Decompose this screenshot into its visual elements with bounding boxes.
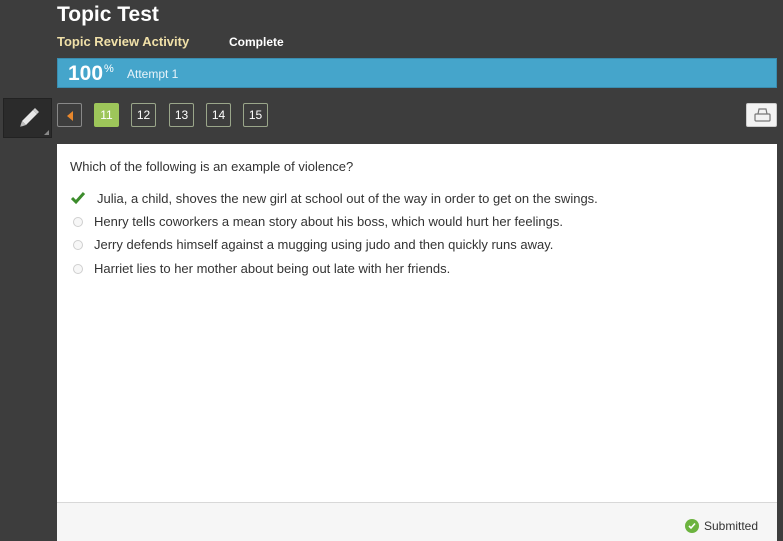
radio-button[interactable] [73, 240, 83, 250]
submitted-status: Submitted [684, 519, 758, 533]
radio-button[interactable] [73, 264, 83, 274]
completion-status: Complete [229, 35, 284, 49]
page-button-12[interactable]: 12 [131, 103, 156, 127]
radio-button[interactable] [73, 217, 83, 227]
attempt-label: Attempt 1 [127, 67, 179, 81]
page-title: Topic Test [57, 3, 159, 26]
pencil-icon [20, 108, 39, 127]
progress-percent-value: 100 [68, 62, 104, 85]
answer-option-label: Jerry defends himself against a mugging … [94, 237, 554, 252]
percent-sign: % [104, 63, 114, 75]
progress-percent: 100% [68, 62, 114, 86]
check-icon [71, 192, 86, 205]
page-button-11[interactable]: 11 [94, 103, 119, 127]
question-panel: Which of the following is an example of … [57, 144, 777, 502]
resize-corner-icon [44, 130, 49, 135]
answer-option-label: Julia, a child, shoves the new girl at s… [97, 191, 598, 206]
progress-bar: 100% Attempt 1 [57, 58, 777, 88]
printer-icon [754, 108, 771, 122]
page-button-13[interactable]: 13 [169, 103, 194, 127]
print-button[interactable] [746, 103, 777, 127]
answer-option-label: Harriet lies to her mother about being o… [94, 261, 451, 276]
page-button-14[interactable]: 14 [206, 103, 231, 127]
previous-page-button[interactable] [57, 103, 82, 127]
question-footer: Submitted [57, 502, 777, 541]
triangle-left-icon [67, 111, 73, 121]
page-button-15[interactable]: 15 [243, 103, 268, 127]
activity-title: Topic Review Activity [57, 34, 190, 49]
notes-pencil-button[interactable] [3, 98, 52, 138]
answer-option-label: Henry tells coworkers a mean story about… [94, 214, 563, 229]
question-text: Which of the following is an example of … [70, 159, 354, 174]
submitted-label: Submitted [703, 519, 758, 533]
check-circle-icon [684, 519, 699, 533]
